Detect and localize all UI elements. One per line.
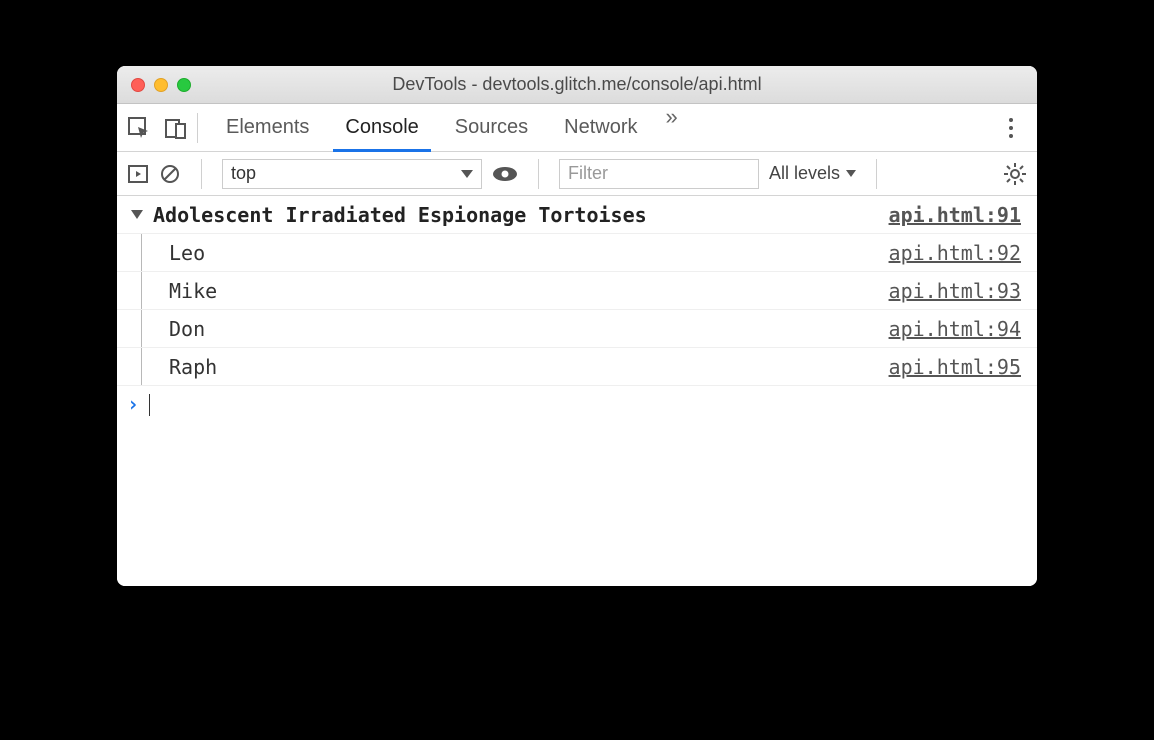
tab-label: Sources [455, 116, 528, 139]
chevron-double-right-icon: » [666, 104, 678, 129]
console-log-entry: Mike api.html:93 [117, 272, 1037, 310]
clear-console-icon[interactable] [159, 163, 181, 185]
console-toolbar: top All levels [117, 152, 1037, 196]
device-toolbar-icon[interactable] [165, 117, 187, 139]
console-group-header[interactable]: Adolescent Irradiated Espionage Tortoise… [117, 196, 1037, 234]
tabs-overflow-button[interactable]: » [656, 104, 688, 151]
tab-network[interactable]: Network [546, 104, 655, 151]
devtools-tabstrip: Elements Console Sources Network » [117, 104, 1037, 152]
separator [197, 113, 198, 143]
text-caret [149, 394, 150, 416]
zoom-window-button[interactable] [177, 78, 191, 92]
console-prompt[interactable]: › [117, 386, 1037, 446]
chevron-down-icon [846, 170, 856, 177]
separator [876, 159, 877, 189]
window-controls [117, 78, 191, 92]
console-output: Adolescent Irradiated Espionage Tortoise… [117, 196, 1037, 586]
log-text: Mike [169, 279, 217, 303]
live-expression-icon[interactable] [492, 164, 518, 184]
tab-label: Elements [226, 116, 309, 139]
window-title: DevTools - devtools.glitch.me/console/ap… [117, 74, 1037, 95]
disclosure-triangle-icon[interactable] [131, 210, 143, 219]
tab-label: Network [564, 116, 637, 139]
source-link[interactable]: api.html:91 [889, 203, 1021, 227]
tab-console[interactable]: Console [327, 104, 436, 151]
console-log-entry: Leo api.html:92 [117, 234, 1037, 272]
group-label: Adolescent Irradiated Espionage Tortoise… [153, 203, 647, 227]
levels-label: All levels [769, 163, 840, 184]
source-link[interactable]: api.html:93 [889, 279, 1021, 303]
source-link[interactable]: api.html:92 [889, 241, 1021, 265]
console-filter-input[interactable] [559, 159, 759, 189]
devtools-menu-button[interactable] [991, 118, 1031, 138]
tab-sources[interactable]: Sources [437, 104, 546, 151]
prompt-chevron-icon: › [127, 392, 139, 416]
source-link[interactable]: api.html:95 [889, 355, 1021, 379]
minimize-window-button[interactable] [154, 78, 168, 92]
log-text: Raph [169, 355, 217, 379]
devtools-window: DevTools - devtools.glitch.me/console/ap… [117, 66, 1037, 586]
context-value: top [231, 163, 256, 184]
inspect-element-icon[interactable] [127, 116, 151, 140]
chevron-down-icon [461, 170, 473, 178]
log-levels-select[interactable]: All levels [769, 163, 856, 184]
tab-label: Console [345, 116, 418, 139]
separator [538, 159, 539, 189]
execution-context-select[interactable]: top [222, 159, 482, 189]
log-text: Don [169, 317, 205, 341]
source-link[interactable]: api.html:94 [889, 317, 1021, 341]
close-window-button[interactable] [131, 78, 145, 92]
titlebar: DevTools - devtools.glitch.me/console/ap… [117, 66, 1037, 104]
console-log-entry: Don api.html:94 [117, 310, 1037, 348]
log-text: Leo [169, 241, 205, 265]
separator [201, 159, 202, 189]
console-sidebar-toggle-icon[interactable] [127, 163, 149, 185]
console-settings-icon[interactable] [1003, 162, 1027, 186]
tab-elements[interactable]: Elements [208, 104, 327, 151]
console-log-entry: Raph api.html:95 [117, 348, 1037, 386]
